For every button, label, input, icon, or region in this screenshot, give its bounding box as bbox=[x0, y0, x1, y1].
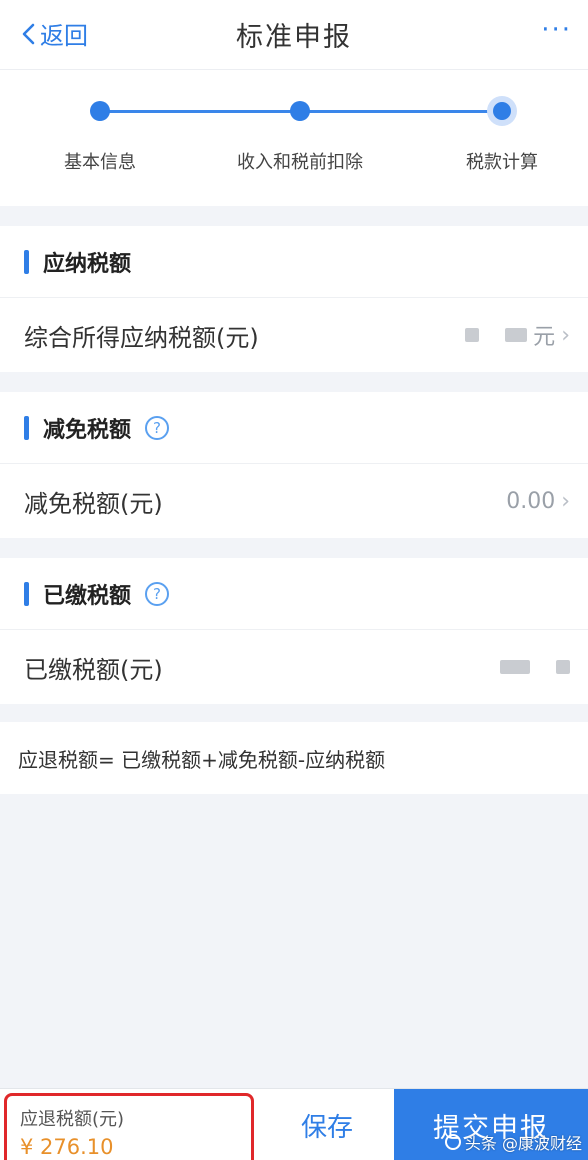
refund-formula: 应退税额= 已缴税额+减免税额-应纳税额 bbox=[0, 722, 588, 794]
formula-text: 应退税额= 已缴税额+减免税额-应纳税额 bbox=[18, 747, 386, 772]
watermark-text: 头条 @康波财经 bbox=[464, 1134, 582, 1153]
chevron-right-icon: › bbox=[561, 322, 570, 348]
chevron-left-icon bbox=[22, 23, 35, 44]
step-dot-income bbox=[290, 101, 310, 121]
row-value-suffix: 元 bbox=[533, 325, 556, 350]
watermark: 头条 @康波财经 bbox=[444, 1130, 582, 1154]
step-connector bbox=[100, 110, 300, 113]
step-label-basic-info: 基本信息 bbox=[64, 152, 136, 173]
section-title-paid: 已缴税额 bbox=[43, 583, 132, 609]
step-label-tax-calc: 税款计算 bbox=[466, 152, 538, 173]
row-label-payable: 综合所得应纳税额(元) bbox=[24, 323, 259, 352]
row-value-payable: 元 › bbox=[465, 298, 570, 372]
section-header-payable: 应纳税额 bbox=[0, 226, 588, 298]
save-button[interactable]: 保存 bbox=[260, 1089, 394, 1160]
row-paid-tax[interactable]: 已缴税额(元) bbox=[0, 630, 588, 704]
back-button[interactable]: 返回 bbox=[20, 16, 88, 51]
back-label: 返回 bbox=[40, 22, 88, 50]
page-title: 标准申报 bbox=[236, 22, 352, 53]
refund-amount: ¥ 276.10 bbox=[20, 1135, 114, 1159]
section-title-reduction: 减免税额 bbox=[43, 417, 132, 443]
step-dot-basic-info bbox=[90, 101, 110, 121]
chevron-right-icon: › bbox=[561, 488, 570, 514]
section-accent-bar bbox=[24, 581, 29, 606]
row-label-reduction: 减免税额(元) bbox=[24, 489, 163, 518]
row-reduction-tax[interactable]: 减免税额(元) 0.00 › bbox=[0, 464, 588, 538]
step-indicator: 基本信息 收入和税前扣除 税款计算 bbox=[0, 70, 588, 206]
section-title-payable: 应纳税额 bbox=[43, 251, 132, 277]
watermark-logo-icon bbox=[444, 1134, 461, 1150]
step-connector bbox=[300, 110, 500, 113]
reduction-value: 0.00 bbox=[506, 488, 556, 514]
row-payable-tax[interactable]: 综合所得应纳税额(元) 元 › bbox=[0, 298, 588, 372]
section-header-paid: 已缴税额 ? bbox=[0, 558, 588, 630]
redacted-value bbox=[500, 660, 530, 674]
more-options-icon[interactable]: ··· bbox=[541, 17, 572, 43]
row-value-paid bbox=[500, 630, 570, 704]
help-icon[interactable]: ? bbox=[145, 581, 170, 606]
step-dot-tax-calc bbox=[487, 96, 517, 126]
section-accent-bar bbox=[24, 415, 29, 440]
help-icon[interactable]: ? bbox=[145, 415, 170, 440]
redacted-value bbox=[465, 328, 480, 342]
section-header-reduction: 减免税额 ? bbox=[0, 392, 588, 464]
row-label-paid: 已缴税额(元) bbox=[24, 655, 163, 684]
redacted-value bbox=[505, 328, 528, 342]
row-value-reduction: 0.00 › bbox=[506, 464, 570, 538]
section-accent-bar bbox=[24, 249, 29, 274]
nav-bar: 返回 标准申报 ··· bbox=[0, 0, 588, 70]
step-label-income: 收入和税前扣除 bbox=[237, 152, 363, 173]
refund-label: 应退税额(元) bbox=[20, 1109, 125, 1130]
redacted-value bbox=[556, 660, 570, 674]
